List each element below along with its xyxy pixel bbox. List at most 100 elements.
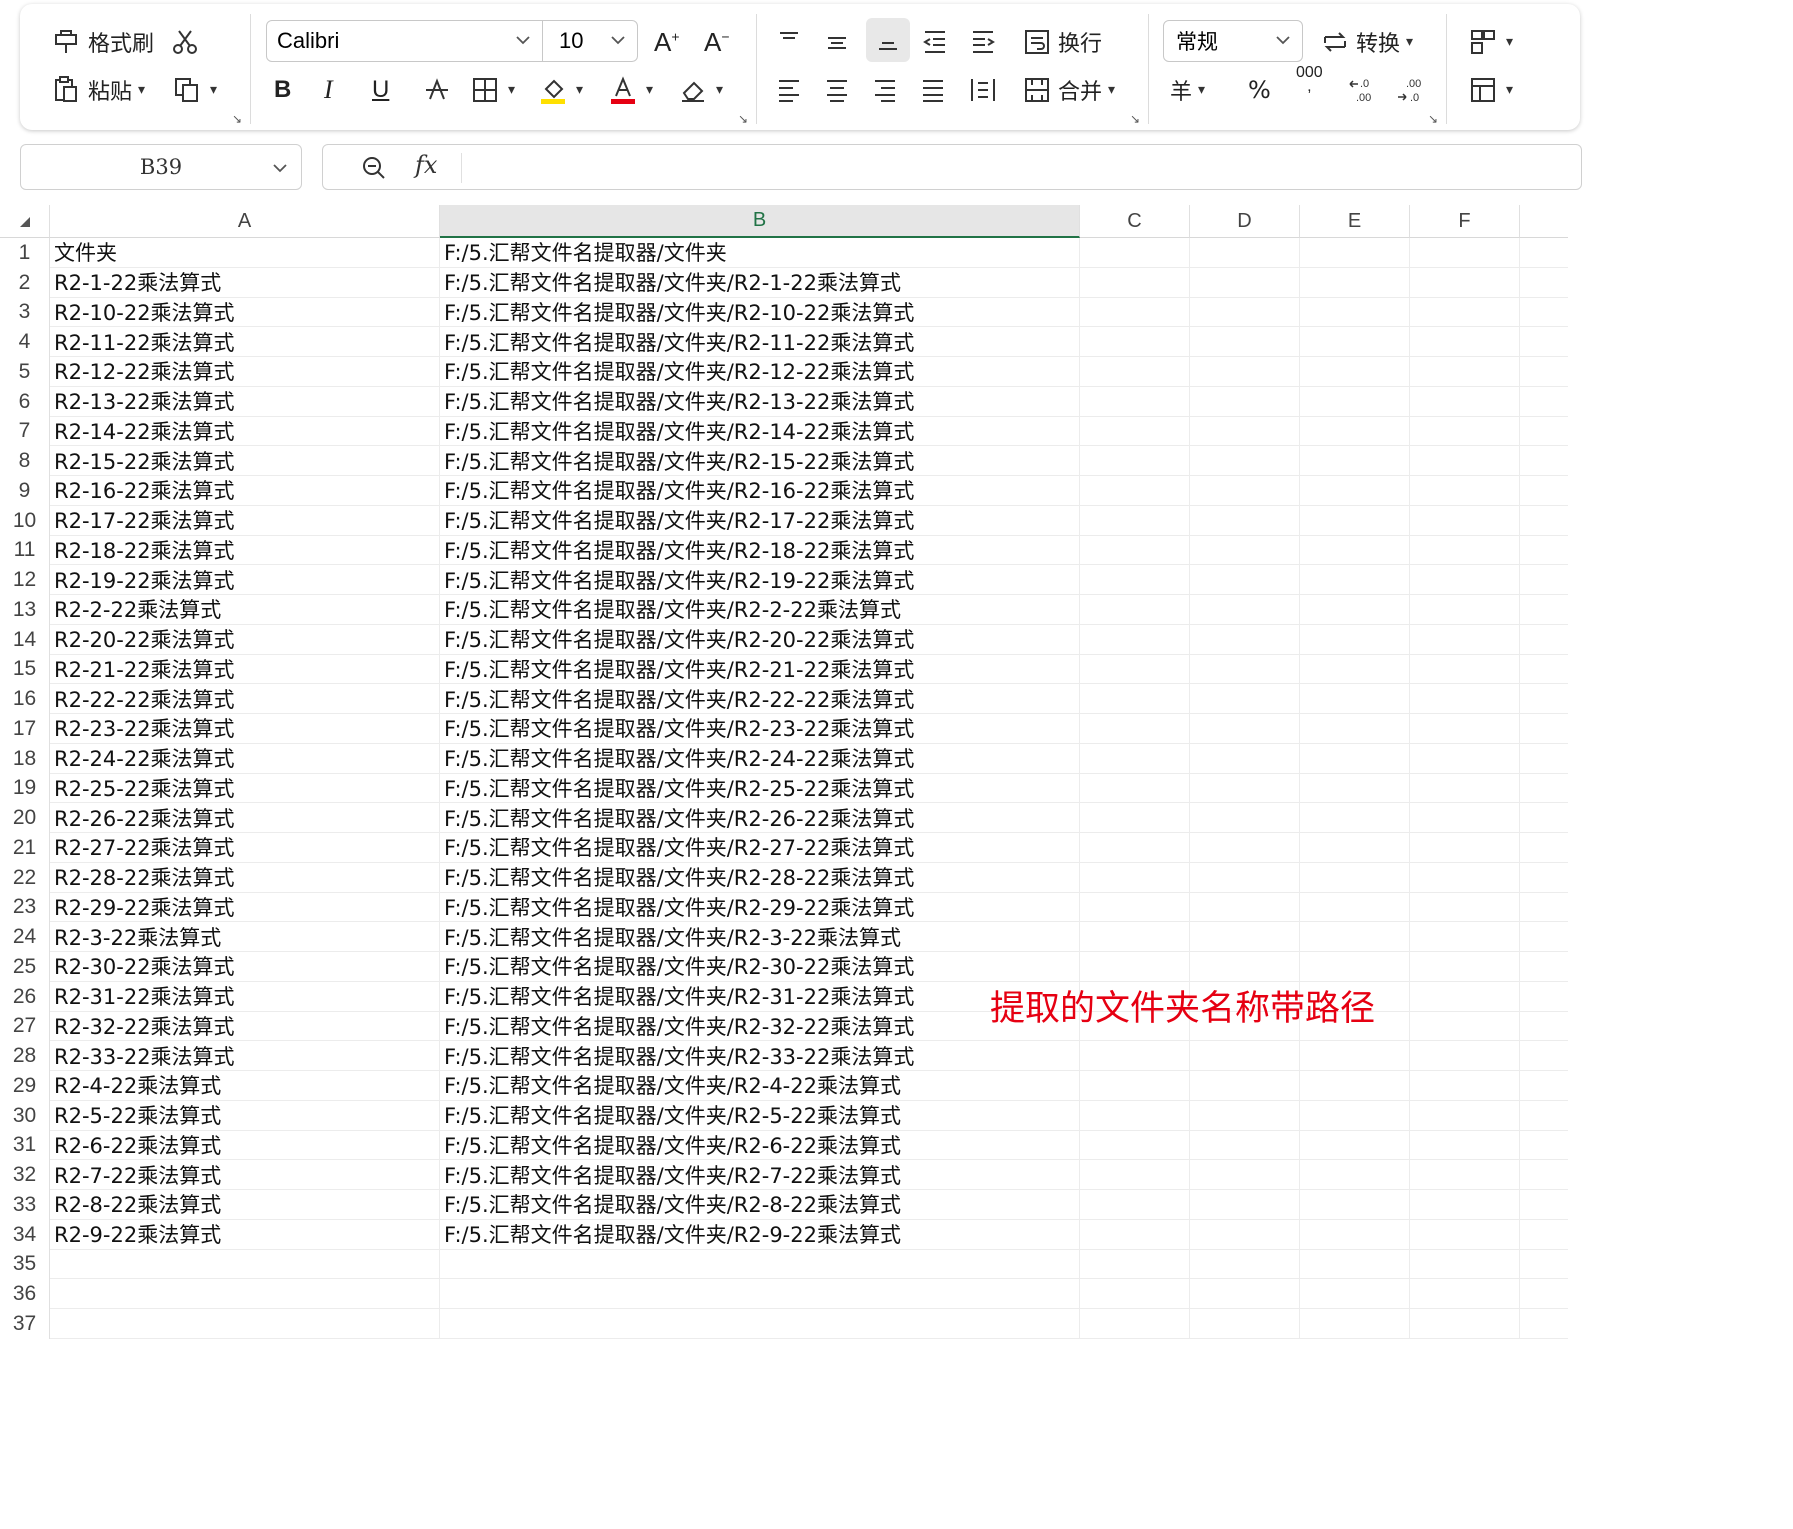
thousands-separator-button[interactable]: 000, — [1296, 65, 1323, 106]
cell-f[interactable] — [1410, 952, 1520, 982]
cell-g[interactable] — [1520, 1012, 1568, 1042]
cell-d[interactable] — [1190, 862, 1300, 893]
cell-b[interactable]: F:/5.汇帮文件名提取器/文件夹/R2-16-22乘法算式 — [440, 476, 1080, 506]
cell-a[interactable]: R2-19-22乘法算式 — [50, 565, 440, 595]
align-bottom-button[interactable] — [866, 18, 910, 62]
cell-f[interactable] — [1410, 1011, 1520, 1042]
row-header[interactable]: 14 — [0, 624, 50, 655]
cell-b[interactable]: F:/5.汇帮文件名提取器/文件夹/R2-21-22乘法算式 — [440, 654, 1080, 685]
dialog-launcher-icon[interactable]: ↘ — [738, 112, 748, 126]
cell-d[interactable] — [1190, 267, 1300, 298]
cell-a[interactable]: R2-20-22乘法算式 — [50, 624, 440, 655]
cell-g[interactable] — [1520, 1131, 1568, 1161]
cell-a[interactable]: R2-25-22乘法算式 — [50, 773, 440, 804]
cell-a[interactable] — [50, 1279, 440, 1309]
cell-g[interactable] — [1520, 506, 1568, 536]
cell-c[interactable] — [1080, 238, 1190, 268]
cell-g[interactable] — [1520, 1220, 1568, 1250]
cell-d[interactable] — [1190, 1100, 1300, 1131]
cell-b[interactable]: F:/5.汇帮文件名提取器/文件夹/R2-10-22乘法算式 — [440, 297, 1080, 328]
align-right-button[interactable] — [868, 70, 902, 110]
cell-f[interactable] — [1410, 386, 1520, 417]
row-header[interactable]: 13 — [0, 595, 50, 625]
row-header[interactable]: 5 — [0, 357, 50, 387]
cell-g[interactable] — [1520, 893, 1568, 923]
cell-g[interactable] — [1520, 863, 1568, 893]
cell-g[interactable] — [1520, 922, 1568, 952]
cell-d[interactable] — [1190, 327, 1300, 357]
cell-e[interactable] — [1300, 624, 1410, 655]
cell-d[interactable] — [1190, 1160, 1300, 1190]
row-header[interactable]: 22 — [0, 862, 50, 893]
cell-d[interactable] — [1190, 1249, 1300, 1280]
cell-c[interactable] — [1080, 1279, 1190, 1309]
cell-b[interactable]: F:/5.汇帮文件名提取器/文件夹 — [440, 238, 1080, 268]
font-color-button[interactable]: ▾ — [606, 70, 653, 110]
decrease-indent-button[interactable] — [918, 22, 952, 62]
cell-b[interactable]: F:/5.汇帮文件名提取器/文件夹/R2-22-22乘法算式 — [440, 684, 1080, 714]
font-size-select[interactable]: 10 — [543, 21, 637, 61]
cell-f[interactable] — [1410, 1190, 1520, 1220]
cell-c[interactable] — [1080, 1249, 1190, 1280]
cell-b[interactable]: F:/5.汇帮文件名提取器/文件夹/R2-7-22乘法算式 — [440, 1160, 1080, 1190]
cell-b[interactable]: F:/5.汇帮文件名提取器/文件夹/R2-4-22乘法算式 — [440, 1071, 1080, 1101]
cell-d[interactable] — [1190, 1309, 1300, 1339]
cell-a[interactable]: R2-16-22乘法算式 — [50, 476, 440, 506]
cell-e[interactable] — [1300, 1309, 1410, 1339]
cell-b[interactable]: F:/5.汇帮文件名提取器/文件夹/R2-32-22乘法算式 — [440, 1011, 1080, 1042]
row-header[interactable]: 26 — [0, 981, 50, 1012]
cell-g[interactable] — [1520, 833, 1568, 863]
currency-button[interactable]: 羊 ▾ — [1170, 70, 1205, 110]
distribute-button[interactable] — [966, 70, 1000, 110]
cell-g[interactable] — [1520, 417, 1568, 447]
cell-e[interactable] — [1300, 1249, 1410, 1280]
table-style-button[interactable]: ▾ — [1466, 70, 1513, 110]
cell-a[interactable]: R2-13-22乘法算式 — [50, 386, 440, 417]
cell-f[interactable] — [1410, 416, 1520, 447]
cell-a[interactable]: R2-29-22乘法算式 — [50, 892, 440, 923]
cell-f[interactable] — [1410, 1041, 1520, 1071]
cell-c[interactable] — [1080, 416, 1190, 447]
cell-b[interactable]: F:/5.汇帮文件名提取器/文件夹/R2-24-22乘法算式 — [440, 743, 1080, 774]
row-header[interactable]: 33 — [0, 1190, 50, 1220]
cell-c[interactable] — [1080, 862, 1190, 893]
row-header[interactable]: 15 — [0, 654, 50, 685]
cell-b[interactable]: F:/5.汇帮文件名提取器/文件夹/R2-5-22乘法算式 — [440, 1100, 1080, 1131]
convert-button[interactable]: 转换 ▾ — [1318, 22, 1413, 62]
cell-f[interactable] — [1410, 714, 1520, 744]
chevron-down-icon[interactable]: ▾ — [716, 82, 723, 98]
cell-a[interactable]: 文件夹 — [50, 238, 440, 268]
cell-c[interactable] — [1080, 327, 1190, 357]
cell-f[interactable] — [1410, 1071, 1520, 1101]
cell-f[interactable] — [1410, 1279, 1520, 1309]
row-header[interactable]: 4 — [0, 327, 50, 357]
cell-c[interactable] — [1080, 1219, 1190, 1250]
align-center-button[interactable] — [820, 70, 854, 110]
cell-d[interactable] — [1190, 565, 1300, 595]
cell-c[interactable] — [1080, 1190, 1190, 1220]
cell-g[interactable] — [1520, 565, 1568, 595]
cell-c[interactable] — [1080, 773, 1190, 804]
row-header[interactable]: 1 — [0, 238, 50, 268]
cell-e[interactable] — [1300, 505, 1410, 536]
cell-g[interactable] — [1520, 476, 1568, 506]
cell-b[interactable]: F:/5.汇帮文件名提取器/文件夹/R2-31-22乘法算式 — [440, 981, 1080, 1012]
cell-e[interactable] — [1300, 416, 1410, 447]
cell-d[interactable] — [1190, 357, 1300, 387]
cell-e[interactable] — [1300, 862, 1410, 893]
cell-c[interactable] — [1080, 386, 1190, 417]
cell-f[interactable] — [1410, 357, 1520, 387]
format-painter-button[interactable]: 格式刷 — [50, 22, 154, 62]
cell-b[interactable] — [440, 1279, 1080, 1309]
cell-f[interactable] — [1410, 773, 1520, 804]
cell-e[interactable] — [1300, 1219, 1410, 1250]
cell-a[interactable]: R2-9-22乘法算式 — [50, 1219, 440, 1250]
chevron-down-icon[interactable]: ▾ — [576, 82, 583, 98]
copy-button[interactable]: ▾ — [170, 70, 217, 110]
cell-f[interactable] — [1410, 565, 1520, 595]
cell-a[interactable]: R2-33-22乘法算式 — [50, 1041, 440, 1071]
row-header[interactable]: 34 — [0, 1219, 50, 1250]
cell-g[interactable] — [1520, 714, 1568, 744]
cell-c[interactable] — [1080, 922, 1190, 952]
cell-c[interactable] — [1080, 267, 1190, 298]
